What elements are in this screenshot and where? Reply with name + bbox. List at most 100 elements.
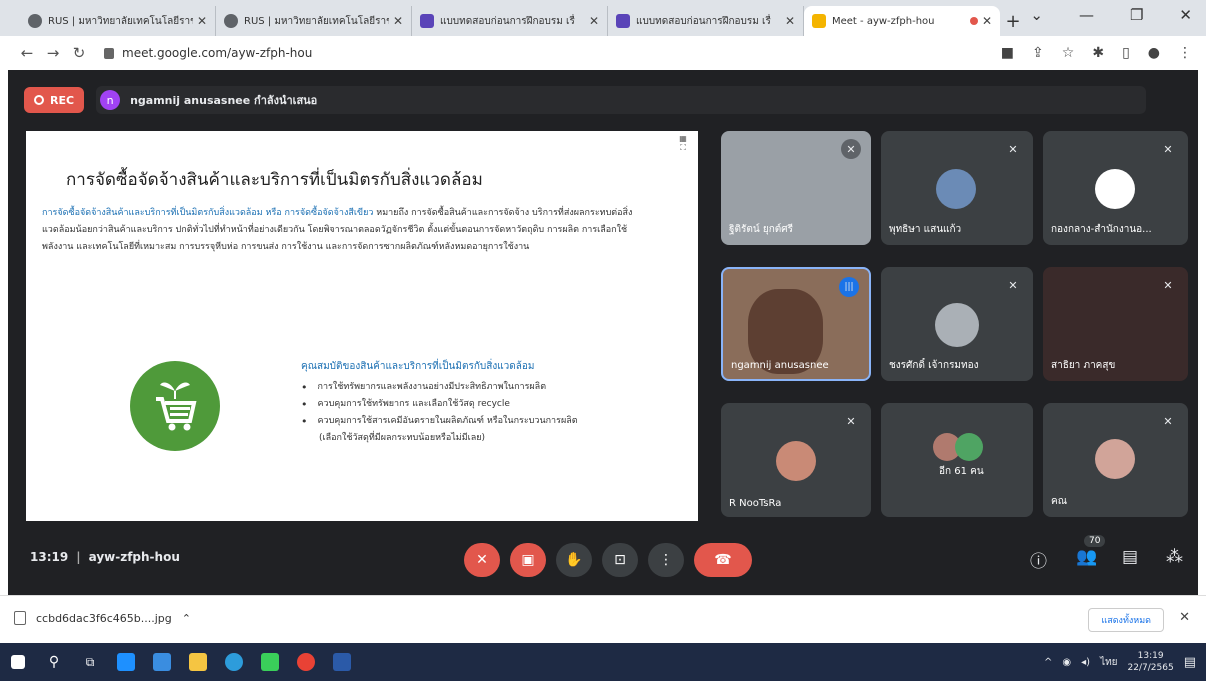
- taskbar-app[interactable]: [216, 643, 252, 681]
- close-download-bar-icon[interactable]: ✕: [1179, 610, 1190, 625]
- record-icon: [34, 95, 44, 105]
- mic-off-icon: ✕: [1163, 142, 1173, 156]
- presenter-banner: n ngamnij anusasnee กำลังนำเสนอ: [96, 86, 1147, 114]
- mic-toggle-button[interactable]: ✕: [464, 543, 500, 577]
- close-window-icon[interactable]: ✕: [1179, 6, 1192, 24]
- file-explorer-icon: [189, 653, 207, 671]
- new-tab-button[interactable]: +: [1000, 6, 1026, 36]
- participant-name: พุทธิษา แสนแก้ว: [889, 224, 962, 235]
- leave-call-button[interactable]: ☎: [694, 543, 752, 577]
- back-icon[interactable]: ←: [14, 44, 40, 62]
- participant-tile[interactable]: ✕ ชงรศักดิ์ เจ้ากรมทอง: [881, 267, 1033, 381]
- browser-tab[interactable]: แบบทดสอบก่อนการฝึกอบรม เรื่ ✕: [412, 6, 608, 36]
- participant-tile[interactable]: ✕ สาธิยา ภาคสุข: [1043, 267, 1188, 381]
- tab-favicon: [616, 14, 630, 28]
- edge-icon: [225, 653, 243, 671]
- people-icon[interactable]: 👥: [1076, 547, 1097, 567]
- participant-tile-speaking[interactable]: ||| ngamnij anusasnee: [721, 267, 871, 381]
- url-text: meet.google.com/ayw-zfph-hou: [122, 46, 313, 60]
- star-icon[interactable]: ☆: [1062, 45, 1075, 61]
- extensions-icon[interactable]: ✱: [1092, 45, 1104, 61]
- side-panel-icon[interactable]: ▯: [1122, 45, 1130, 61]
- tab-favicon: [28, 14, 42, 28]
- language-indicator[interactable]: ไทย: [1100, 655, 1117, 670]
- taskbar-app[interactable]: [324, 643, 360, 681]
- present-icon: ⊡: [614, 552, 626, 568]
- participant-tile[interactable]: ✕ ฐิติรัตน์ ยุกต์ศรี: [721, 131, 871, 245]
- present-button[interactable]: ⊡: [602, 543, 638, 577]
- browser-tab[interactable]: แบบทดสอบก่อนการฝึกอบรม เรื่ ✕: [608, 6, 804, 36]
- close-tab-icon[interactable]: ✕: [982, 14, 992, 28]
- close-tab-icon[interactable]: ✕: [589, 14, 599, 28]
- search-button[interactable]: ⚲: [36, 643, 72, 681]
- browser-tab-active[interactable]: Meet - ayw-zfph-hou ✕: [804, 6, 1000, 36]
- more-vert-icon: ⋮: [659, 552, 673, 568]
- volume-icon[interactable]: ◂): [1081, 657, 1090, 668]
- chevron-up-icon[interactable]: ⌃: [182, 612, 191, 625]
- meeting-time: 13:19: [30, 550, 69, 564]
- participant-tile[interactable]: ✕ R NooTsRa: [721, 403, 871, 517]
- close-tab-icon[interactable]: ✕: [393, 14, 403, 28]
- reload-icon[interactable]: ↻: [66, 44, 92, 62]
- meeting-controls-bar: 13:19 | ayw-zfph-hou ✕ ▣ ✋ ⊡ ⋮ ☎ ⓘ 70 👥 ▤ …: [8, 525, 1198, 595]
- raise-hand-button[interactable]: ✋: [556, 543, 592, 577]
- taskbar-app[interactable]: [108, 643, 144, 681]
- notification-icon[interactable]: ▤: [1184, 655, 1196, 670]
- menu-icon[interactable]: ⋮: [1178, 45, 1192, 61]
- lock-icon: [104, 47, 114, 59]
- participant-tile[interactable]: ✕ คณ: [1043, 403, 1188, 517]
- forward-icon[interactable]: →: [40, 44, 66, 62]
- hand-icon: ✋: [565, 552, 583, 568]
- meet-window: REC n ngamnij anusasnee กำลังนำเสนอ ▦ ⛶ ก…: [8, 70, 1198, 595]
- people-count-badge: 70: [1084, 535, 1106, 547]
- chevron-up-icon[interactable]: ^: [1044, 657, 1052, 668]
- network-icon[interactable]: ◉: [1062, 657, 1071, 668]
- taskbar-app[interactable]: [288, 643, 324, 681]
- participant-tile[interactable]: ✕ กองกลาง-สำนักงานอ...: [1043, 131, 1188, 245]
- browser-tab[interactable]: RUS | มหาวิทยาลัยเทคโนโลยีราช ✕: [20, 6, 216, 36]
- clock[interactable]: 13:19 22/7/2565: [1128, 650, 1174, 674]
- activities-icon[interactable]: ⁂: [1166, 547, 1183, 567]
- info-icon[interactable]: ⓘ: [1030, 547, 1047, 572]
- url-field[interactable]: meet.google.com/ayw-zfph-hou: [104, 46, 312, 60]
- close-tab-icon[interactable]: ✕: [785, 14, 795, 28]
- participant-tile-others[interactable]: อีก 61 คน: [881, 403, 1033, 517]
- start-button[interactable]: [0, 643, 36, 681]
- mic-off-icon: ✕: [841, 139, 861, 159]
- tab-title: RUS | มหาวิทยาลัยเทคโนโลยีราช: [244, 15, 389, 27]
- slide-controls-icon[interactable]: ▦ ⛶: [678, 134, 688, 160]
- share-icon[interactable]: ⇪: [1032, 45, 1044, 61]
- bullet-item: ควบคุมการใช้ทรัพยากร และเลือกใช้วัสดุ re…: [301, 396, 661, 413]
- profile-icon[interactable]: ●: [1148, 45, 1160, 61]
- restore-icon[interactable]: ❐: [1130, 6, 1143, 24]
- participant-tile[interactable]: ✕ พุทธิษา แสนแก้ว: [881, 131, 1033, 245]
- slide-highlight: การจัดซื้อจัดจ้างสินค้าและบริการที่เป็นม…: [42, 208, 374, 218]
- close-tab-icon[interactable]: ✕: [197, 14, 207, 28]
- download-item[interactable]: ccbd6dac3f6c465b....jpg ⌃: [14, 611, 191, 625]
- hangup-icon: ☎: [714, 552, 732, 568]
- slide-paragraph: การจัดซื้อจัดจ้างสินค้าและบริการที่เป็นม…: [42, 205, 642, 256]
- address-bar: ← → ↻ meet.google.com/ayw-zfph-hou ■ ⇪ ☆…: [0, 36, 1206, 70]
- browser-tab[interactable]: RUS | มหาวิทยาลัยเทคโนโลยีราช ✕: [216, 6, 412, 36]
- file-icon: [14, 611, 26, 625]
- mic-off-icon: ✕: [1163, 414, 1173, 428]
- mic-off-icon: ✕: [1008, 278, 1018, 292]
- camera-toggle-button[interactable]: ▣: [510, 543, 546, 577]
- mic-off-icon: ✕: [1163, 278, 1173, 292]
- taskbar-app[interactable]: [180, 643, 216, 681]
- window-controls: ⌄ — ❐ ✕: [1030, 6, 1192, 24]
- taskbar-app[interactable]: [252, 643, 288, 681]
- show-all-button[interactable]: แสดงทั้งหมด: [1088, 608, 1164, 632]
- minimize-icon[interactable]: —: [1079, 6, 1094, 24]
- shared-slide: ▦ ⛶ การจัดซื้อจัดจ้างสินค้าและบริการที่เป…: [26, 131, 698, 521]
- chat-icon[interactable]: ▤: [1122, 547, 1138, 567]
- meeting-code: ayw-zfph-hou: [88, 550, 180, 564]
- task-view-button[interactable]: ⧉: [72, 643, 108, 681]
- rec-badge[interactable]: REC: [24, 87, 85, 113]
- mic-off-icon: ✕: [476, 552, 488, 568]
- camera-icon[interactable]: ■: [1001, 45, 1014, 61]
- more-options-button[interactable]: ⋮: [648, 543, 684, 577]
- presenter-label: ngamnij anusasnee กำลังนำเสนอ: [130, 94, 318, 107]
- tab-search-icon[interactable]: ⌄: [1030, 6, 1043, 24]
- taskbar-app[interactable]: [144, 643, 180, 681]
